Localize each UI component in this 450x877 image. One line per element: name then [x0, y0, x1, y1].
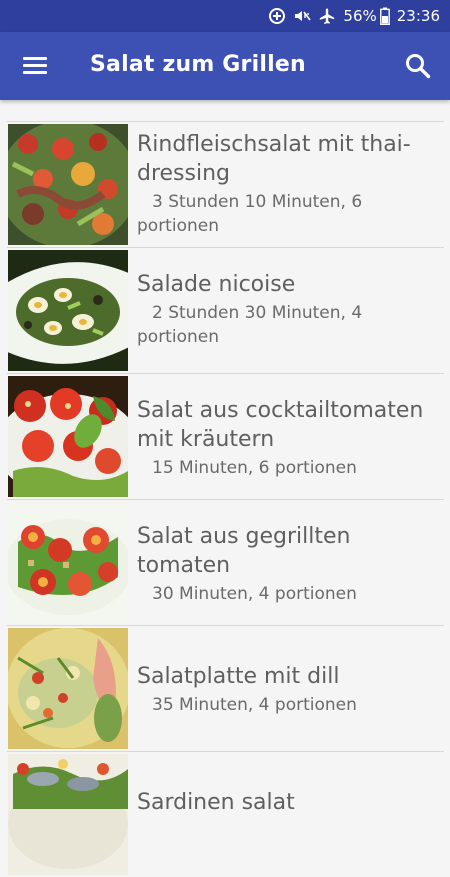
recipe-name: Salatplatte mit dill — [137, 664, 340, 689]
app-bar: Salat zum Grillen — [0, 32, 450, 100]
recipe-thumbnail — [8, 124, 128, 245]
recipe-meta: 30 Minuten, 4 portionen — [152, 584, 357, 604]
recipe-item[interactable]: Salat aus gegrillten tomaten 30 Minuten,… — [7, 499, 444, 625]
recipe-thumbnail — [8, 502, 128, 623]
recipe-item[interactable]: Sardinen salat — [7, 751, 444, 877]
recipe-item[interactable]: Salat aus cocktailtomaten mit kräutern 1… — [7, 373, 444, 499]
battery-icon — [379, 7, 390, 25]
recipe-meta: 35 Minuten, 4 portionen — [152, 695, 357, 715]
recipe-item[interactable]: Salatplatte mit dill 35 Minuten, 4 porti… — [7, 625, 444, 751]
recipe-thumbnail — [8, 754, 128, 875]
recipe-name: Salat aus cocktailtomaten mit kräutern — [137, 398, 424, 452]
recipe-thumbnail — [8, 250, 128, 371]
recipe-name: Rindfleischsalat mit thai-dressing — [137, 132, 411, 186]
status-bar: 56% 23:36 — [0, 0, 450, 32]
data-saver-icon — [268, 7, 286, 25]
airplane-icon — [318, 7, 336, 25]
hamburger-menu-icon[interactable] — [18, 50, 52, 82]
clock: 23:36 — [396, 7, 440, 25]
recipe-name: Salat aus gegrillten tomaten — [137, 524, 351, 578]
battery-percent: 56% — [343, 7, 377, 25]
recipe-thumbnail — [8, 628, 128, 749]
recipe-meta: 3 Stunden 10 Minuten, 6 portionen — [137, 192, 363, 236]
recipe-name: Sardinen salat — [137, 790, 295, 815]
recipe-list: Rindfleischsalat mit thai-dressing 3 Stu… — [7, 121, 444, 877]
recipe-name: Salade nicoise — [137, 272, 296, 297]
recipe-thumbnail — [8, 376, 128, 497]
search-icon[interactable] — [402, 50, 434, 82]
recipe-meta: 2 Stunden 30 Minuten, 4 portionen — [137, 303, 363, 347]
recipe-item[interactable]: Salade nicoise 2 Stunden 30 Minuten, 4 p… — [7, 247, 444, 373]
mute-vibrate-icon — [293, 7, 312, 25]
recipe-meta: 15 Minuten, 6 portionen — [152, 458, 357, 478]
page-title: Salat zum Grillen — [90, 52, 306, 77]
recipe-item[interactable]: Rindfleischsalat mit thai-dressing 3 Stu… — [7, 121, 444, 247]
